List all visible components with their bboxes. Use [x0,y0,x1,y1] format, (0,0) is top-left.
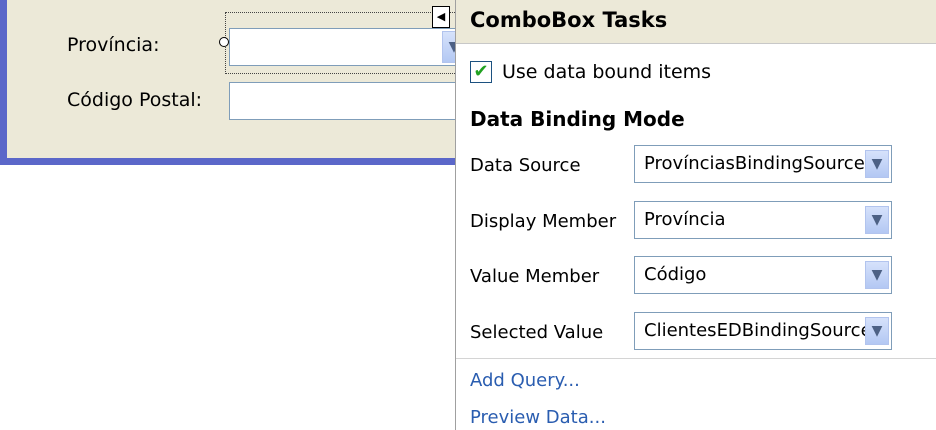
checkmark-icon: ✔ [473,61,489,82]
display-member-combobox[interactable]: Província ▼ [634,201,892,239]
data-source-value: ProvínciasBindingSource [644,153,865,174]
resize-handle[interactable] [219,37,229,47]
province-combobox[interactable]: ▼ [229,28,469,66]
chevron-down-icon[interactable]: ▼ [865,206,889,234]
data-source-combobox[interactable]: ProvínciasBindingSource ▼ [634,145,892,183]
postal-code-label: Código Postal: [67,89,203,111]
selected-value-label: Selected Value [470,322,604,343]
chevron-down-icon[interactable]: ▼ [865,150,889,178]
tasks-title: ComboBox Tasks [470,8,668,32]
designer-form: Província: Código Postal: ▼ ◀ [0,0,475,165]
data-source-label: Data Source [470,155,581,176]
value-member-label: Value Member [470,266,600,287]
display-member-label: Display Member [470,211,617,232]
preview-data-link[interactable]: Preview Data... [470,407,606,428]
divider [456,358,936,359]
use-data-bound-items-checkbox[interactable]: ✔ [470,61,492,83]
selected-value-value: ClientesEDBindingSource - [644,320,876,341]
display-member-value: Província [644,209,726,230]
data-binding-mode-header: Data Binding Mode [470,107,685,131]
chevron-down-icon[interactable]: ▼ [865,317,889,345]
use-data-bound-items-label[interactable]: Use data bound items [502,61,711,83]
chevron-down-icon[interactable]: ▼ [865,261,889,289]
province-label: Província: [67,34,160,56]
value-member-combobox[interactable]: Código ▼ [634,256,892,294]
combobox-tasks-panel: ComboBox Tasks ✔ Use data bound items Da… [455,0,936,430]
postal-code-textbox[interactable] [229,82,469,120]
smart-tag-arrow-icon[interactable]: ◀ [432,6,450,28]
value-member-value: Código [644,264,707,285]
add-query-link[interactable]: Add Query... [470,370,580,391]
selected-value-combobox[interactable]: ClientesEDBindingSource - ▼ [634,312,892,350]
tasks-header: ComboBox Tasks [456,0,936,44]
